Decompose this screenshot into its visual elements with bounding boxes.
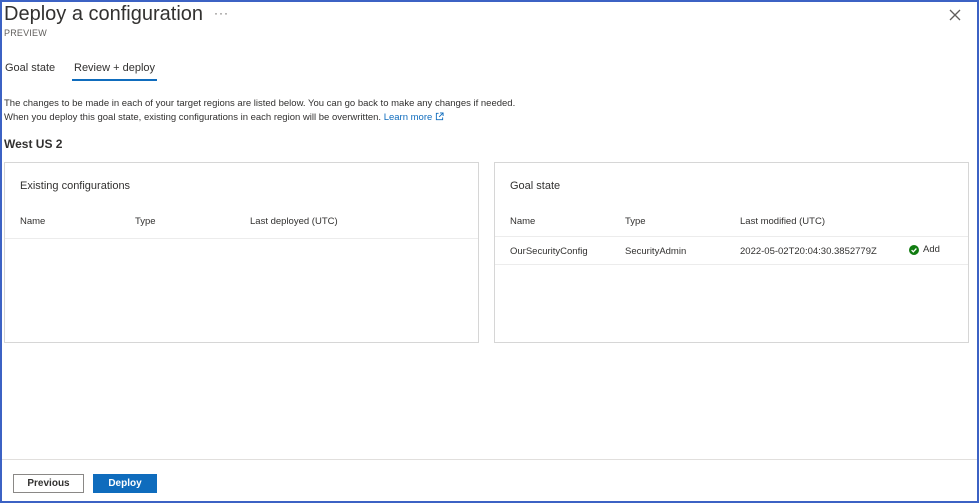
learn-more-label: Learn more <box>383 112 433 123</box>
goal-state-title: Goal state <box>510 180 561 192</box>
deploy-button[interactable]: Deploy <box>93 474 157 493</box>
row-last-modified: 2022-05-02T20:04:30.3852779Z <box>740 246 877 257</box>
column-header-type: Type <box>625 216 646 227</box>
status-badge: Add <box>909 244 940 255</box>
description-line-1: The changes to be made in each of your t… <box>4 98 516 109</box>
goal-state-panel: Goal state Name Type Last modified (UTC)… <box>494 162 969 343</box>
previous-button[interactable]: Previous <box>13 474 84 493</box>
preview-label: PREVIEW <box>4 28 47 38</box>
footer-divider <box>2 459 977 460</box>
active-tab-indicator <box>72 79 157 81</box>
existing-configurations-panel: Existing configurations Name Type Last d… <box>4 162 479 343</box>
row-name: OurSecurityConfig <box>510 246 588 257</box>
tab-review-deploy[interactable]: Review + deploy <box>74 62 155 74</box>
page-title: Deploy a configuration <box>4 3 204 25</box>
more-options-button[interactable]: ··· <box>214 6 229 20</box>
region-heading: West US 2 <box>4 137 63 151</box>
column-header-type: Type <box>135 216 156 227</box>
column-header-name: Name <box>20 216 46 227</box>
external-link-icon <box>436 112 444 121</box>
existing-configurations-title: Existing configurations <box>20 180 131 192</box>
column-header-last-modified: Last modified (UTC) <box>740 216 825 227</box>
close-icon <box>949 9 961 21</box>
column-header-name: Name <box>510 216 536 227</box>
row-divider <box>495 264 968 265</box>
column-header-last-deployed: Last deployed (UTC) <box>250 216 338 227</box>
description-text: When you deploy this goal state, existin… <box>4 112 382 123</box>
tab-goal-state[interactable]: Goal state <box>5 62 55 74</box>
header-divider <box>5 238 478 239</box>
description-line-2: When you deploy this goal state, existin… <box>4 112 444 123</box>
learn-more-link[interactable]: Learn more <box>384 112 445 123</box>
row-type: SecurityAdmin <box>625 246 687 257</box>
status-label: Add <box>923 244 940 255</box>
header-divider <box>495 236 968 237</box>
success-check-icon <box>909 244 919 255</box>
close-button[interactable] <box>948 8 964 24</box>
